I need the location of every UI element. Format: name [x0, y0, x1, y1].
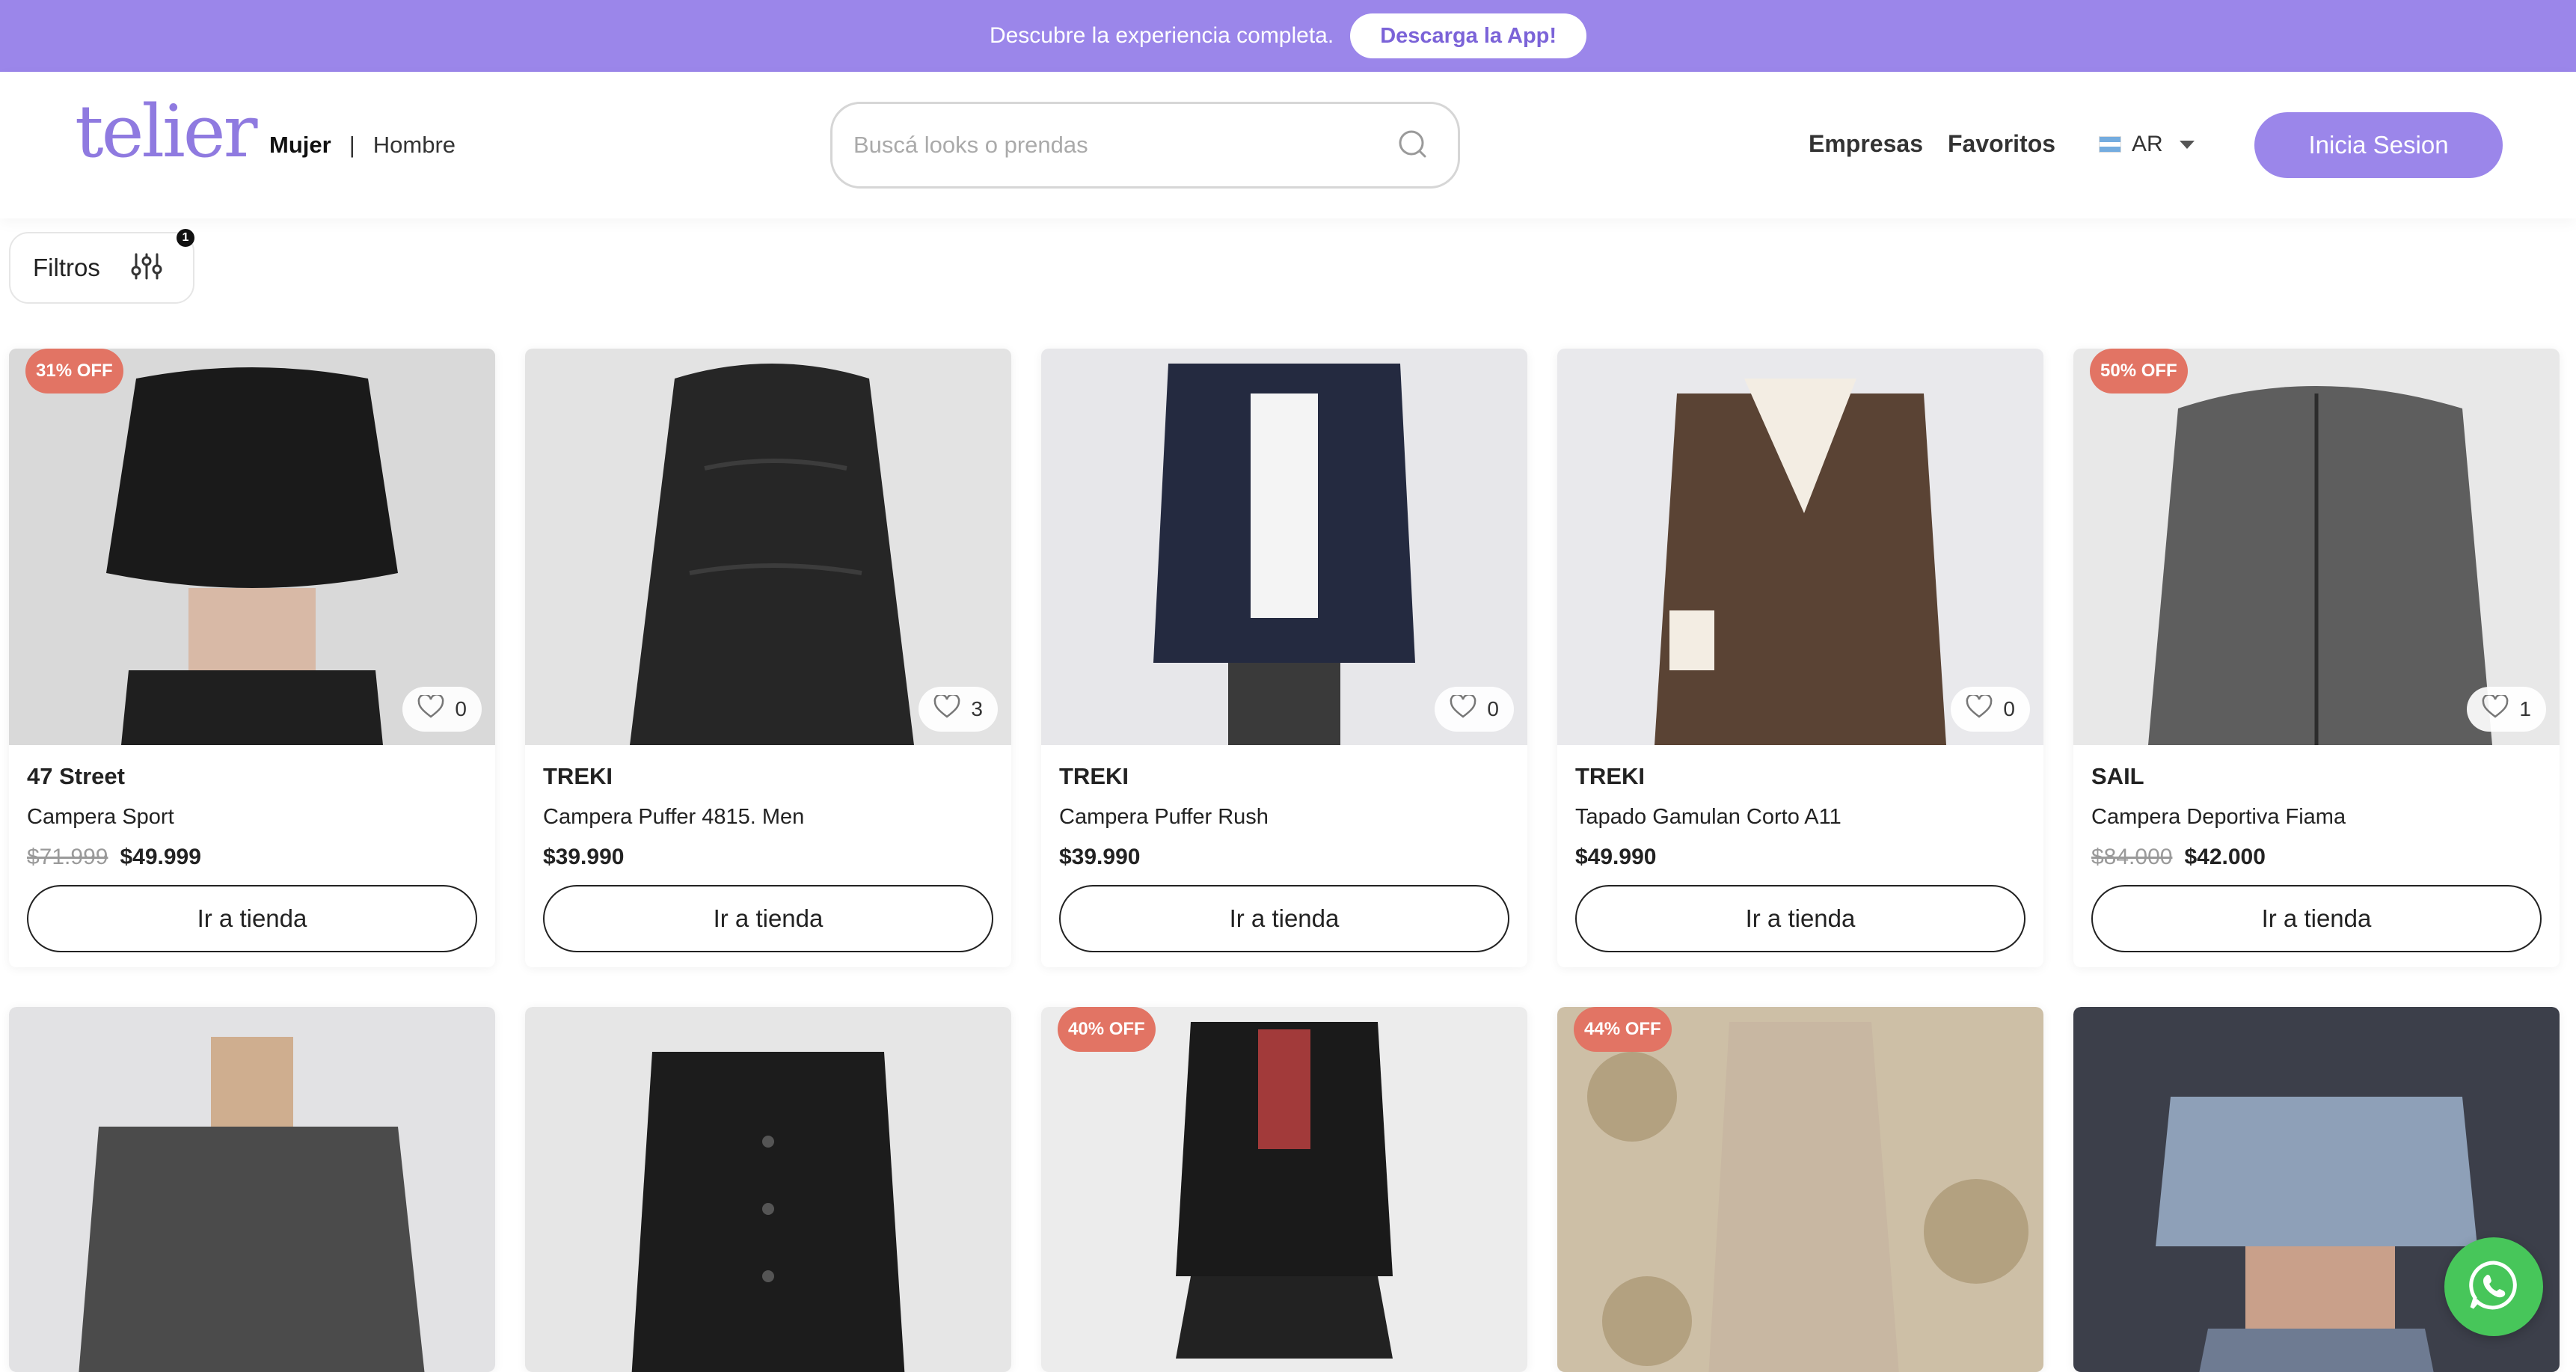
discount-badge: 50% OFF	[2090, 349, 2188, 393]
original-price: $71.999	[27, 845, 108, 869]
go-to-store-button[interactable]: Ir a tienda	[27, 885, 477, 952]
heart-icon	[2482, 693, 2509, 724]
product-image[interactable]: 0	[9, 1007, 495, 1372]
discount-badge: 44% OFF	[1574, 1007, 1672, 1052]
product-image[interactable]: 44% OFF 0	[1557, 1007, 2043, 1372]
product-name[interactable]: Campera Sport	[27, 805, 477, 830]
product-image[interactable]: 0	[525, 1007, 1011, 1372]
sale-price: $39.990	[543, 845, 625, 869]
product-card[interactable]: 31% OFF 0 47 Street Campera Sport $71.99…	[9, 349, 495, 967]
heart-icon	[1966, 693, 1993, 724]
like-count: 3	[971, 697, 983, 720]
product-brand[interactable]: TREKI	[1575, 763, 2025, 790]
nav-favoritos-link[interactable]: Favoritos	[1948, 130, 2055, 158]
like-count: 1	[2519, 697, 2531, 720]
login-button[interactable]: Inicia Sesion	[2254, 112, 2503, 178]
product-card[interactable]: 3 TREKI Campera Puffer 4815. Men $39.990…	[525, 349, 1011, 967]
whatsapp-icon	[2465, 1257, 2522, 1317]
heart-icon	[933, 693, 960, 724]
product-image[interactable]: 31% OFF 0	[9, 349, 495, 745]
filters-count-badge: 1	[177, 229, 194, 247]
original-price: $84.000	[2091, 845, 2173, 869]
gender-separator: |	[349, 132, 355, 158]
product-image[interactable]: 40% OFF 0	[1041, 1007, 1527, 1372]
search-icon[interactable]	[1396, 128, 1431, 162]
discount-badge: 31% OFF	[25, 349, 123, 393]
product-card[interactable]: 0	[9, 1007, 495, 1372]
discount-badge: 40% OFF	[1058, 1007, 1156, 1052]
gender-switch: Mujer | Hombre	[269, 132, 456, 159]
product-name[interactable]: Tapado Gamulan Corto A11	[1575, 805, 2025, 830]
go-to-store-button[interactable]: Ir a tienda	[1575, 885, 2025, 952]
product-card[interactable]: 0 TREKI Campera Puffer Rush $39.990 Ir a…	[1041, 349, 1527, 967]
heart-icon	[417, 693, 444, 724]
gender-women-link[interactable]: Mujer	[269, 132, 331, 159]
product-name[interactable]: Campera Deportiva Fiama	[2091, 805, 2542, 830]
like-button[interactable]: 3	[919, 687, 998, 732]
sale-price: $49.990	[1575, 845, 1657, 869]
country-selector[interactable]: AR	[2099, 132, 2195, 157]
search-input[interactable]	[853, 132, 1396, 159]
go-to-store-button[interactable]: Ir a tienda	[2091, 885, 2542, 952]
sale-price: $42.000	[2184, 845, 2266, 869]
product-name[interactable]: Campera Puffer 4815. Men	[543, 805, 993, 830]
like-button[interactable]: 0	[1435, 687, 1514, 732]
like-count: 0	[1487, 697, 1499, 720]
telier-logo[interactable]: telier	[75, 96, 257, 168]
heart-icon	[1450, 693, 1476, 724]
product-image[interactable]: 0	[1557, 349, 2043, 745]
product-brand[interactable]: 47 Street	[27, 763, 477, 790]
chevron-down-icon	[2179, 140, 2195, 149]
filters-button[interactable]: Filtros 1	[9, 229, 194, 304]
product-card[interactable]: 50% OFF 1 SAIL Campera Deportiva Fiama $…	[2073, 349, 2560, 967]
like-count: 0	[2003, 697, 2015, 720]
country-code: AR	[2132, 132, 2163, 156]
product-brand[interactable]: SAIL	[2091, 763, 2542, 790]
nav-empresas-link[interactable]: Empresas	[1809, 130, 1923, 158]
argentina-flag-icon	[2099, 136, 2121, 153]
promo-text: Descubre la experiencia completa.	[989, 23, 1334, 48]
like-button[interactable]: 0	[402, 687, 482, 732]
filters-label: Filtros	[33, 254, 100, 281]
product-image[interactable]: 3	[525, 349, 1011, 745]
like-button[interactable]: 0	[1951, 687, 2030, 732]
go-to-store-button[interactable]: Ir a tienda	[543, 885, 993, 952]
product-card[interactable]: 0 TREKI Tapado Gamulan Corto A11 $49.990…	[1557, 349, 2043, 967]
download-app-button[interactable]: Descarga la App!	[1350, 13, 1587, 58]
sale-price: $49.999	[120, 845, 201, 869]
product-image[interactable]: 0	[1041, 349, 1527, 745]
product-card[interactable]: 44% OFF 0	[1557, 1007, 2043, 1372]
search-box[interactable]	[830, 102, 1460, 189]
gender-men-link[interactable]: Hombre	[373, 132, 456, 159]
product-brand[interactable]: TREKI	[1059, 763, 1509, 790]
site-header: telier Mujer | Hombre Empresas Favoritos…	[0, 72, 2576, 218]
sale-price: $39.990	[1059, 845, 1141, 869]
like-count: 0	[455, 697, 467, 720]
whatsapp-button[interactable]	[2444, 1237, 2543, 1336]
product-brand[interactable]: TREKI	[543, 763, 993, 790]
product-card[interactable]: 0	[525, 1007, 1011, 1372]
product-image[interactable]: 50% OFF 1	[2073, 349, 2560, 745]
product-name[interactable]: Campera Puffer Rush	[1059, 805, 1509, 830]
like-button[interactable]: 1	[2467, 687, 2546, 732]
sliders-icon	[130, 251, 163, 285]
go-to-store-button[interactable]: Ir a tienda	[1059, 885, 1509, 952]
promo-banner: Descubre la experiencia completa. Descar…	[0, 0, 2576, 72]
product-card[interactable]: 40% OFF 0	[1041, 1007, 1527, 1372]
